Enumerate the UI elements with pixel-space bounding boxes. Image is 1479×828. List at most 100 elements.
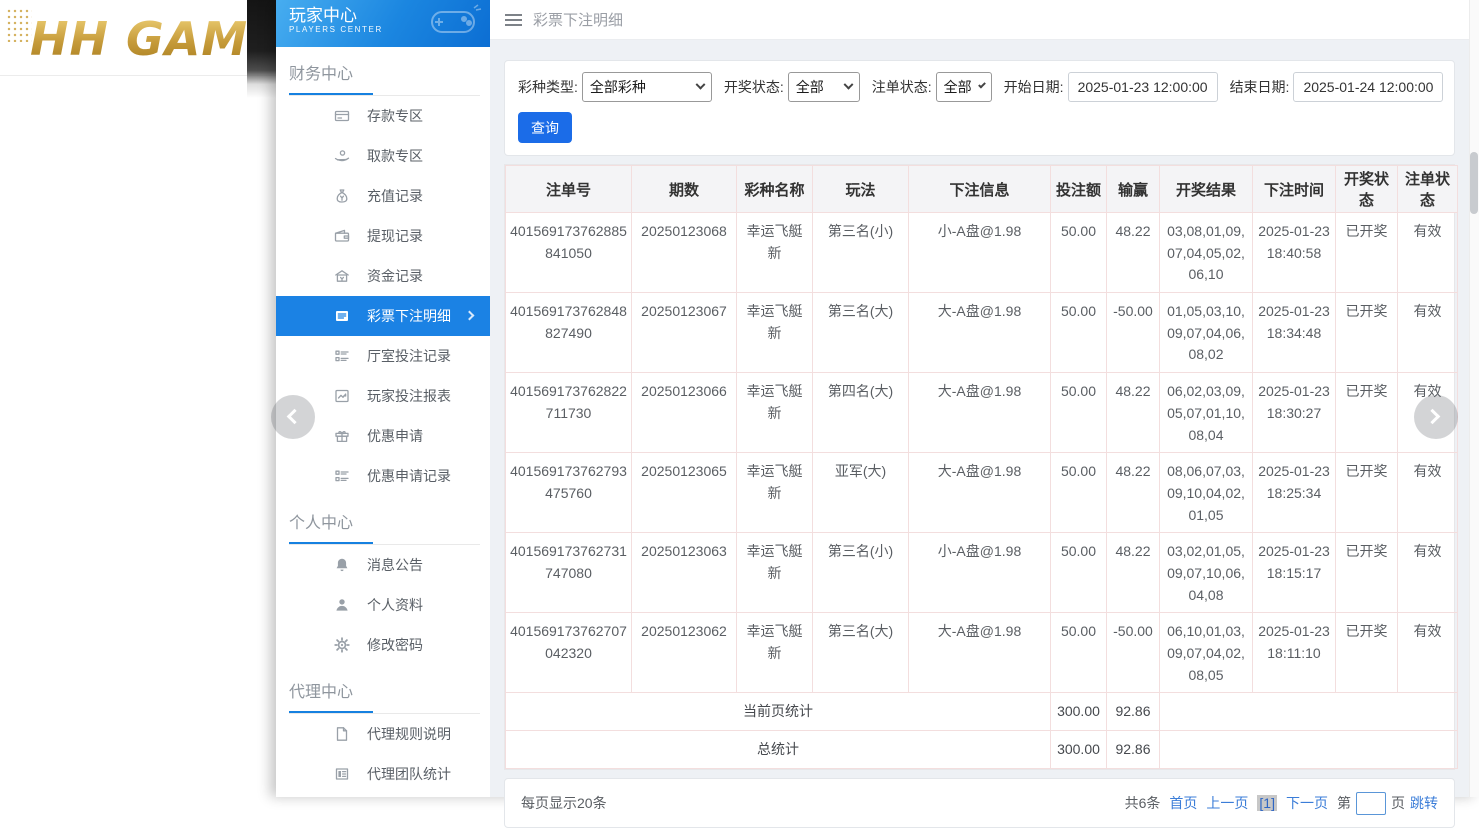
cell-bet-id: 401569173762885841050	[506, 213, 632, 293]
report-chart-icon	[334, 388, 350, 404]
cell-period: 20250123068	[632, 213, 737, 293]
chevron-down-icon	[695, 79, 705, 89]
sidebar-item-label: 充值记录	[367, 186, 423, 206]
cell-bet-id: 401569173762848827490	[506, 293, 632, 373]
cell-play: 第三名(小)	[813, 213, 909, 293]
bell-icon	[334, 557, 350, 573]
cell-amount: 50.00	[1051, 533, 1107, 613]
cell-bet-status: 有效	[1398, 613, 1458, 693]
start-date-input[interactable]	[1068, 72, 1218, 102]
sidebar-item-提现记录[interactable]: 提现记录	[276, 216, 490, 256]
table-row: 40156917376288584105020250123068幸运飞艇新第三名…	[506, 213, 1458, 293]
cell-bet-id: 401569173762793475760	[506, 453, 632, 533]
scrollbar-track[interactable]	[1469, 0, 1479, 797]
page-jump-input[interactable]	[1356, 792, 1386, 815]
lottery-type-select[interactable]: 全部彩种	[582, 72, 712, 102]
sidebar-item-代理规则说明[interactable]: 代理规则说明	[276, 714, 490, 754]
scrollbar-thumb[interactable]	[1470, 152, 1478, 214]
cell-play: 第四名(大)	[813, 373, 909, 453]
cell-bet-info: 小-A盘@1.98	[909, 213, 1051, 293]
sidebar-item-厅室投注记录[interactable]: 厅室投注记录	[276, 336, 490, 376]
draw-status-select[interactable]: 全部	[788, 72, 860, 102]
summary-empty	[1160, 693, 1458, 731]
bet-status-select[interactable]: 全部	[936, 72, 992, 102]
search-button[interactable]: 查询	[518, 112, 572, 143]
column-header: 投注额	[1051, 166, 1107, 213]
column-header: 期数	[632, 166, 737, 213]
player-center-panel: 玩家中心 PLAYERS CENTER 财务中心存款专区取款专区充值记录提现记录…	[276, 0, 1479, 797]
cell-win-loss: 48.22	[1107, 533, 1160, 613]
summary-label: 总统计	[506, 731, 1051, 769]
lottery-type-label: 彩种类型:	[518, 77, 578, 97]
sidebar-item-label: 资金记录	[367, 266, 423, 286]
cell-time: 2025-01-23 18:25:34	[1253, 453, 1336, 533]
sidebar-item-代理团队统计[interactable]: 代理团队统计	[276, 754, 490, 794]
jump-prefix-label: 第	[1337, 793, 1351, 813]
content: 彩种类型: 全部彩种 开奖状态: 全部 注单状态:	[490, 40, 1479, 828]
cell-amount: 50.00	[1051, 613, 1107, 693]
sidebar-item-修改密码[interactable]: 修改密码	[276, 625, 490, 665]
cell-bet-info: 大-A盘@1.98	[909, 373, 1051, 453]
document-icon	[334, 726, 350, 742]
end-date-input[interactable]	[1293, 72, 1443, 102]
cell-amount: 50.00	[1051, 293, 1107, 373]
prev-page-link[interactable]: 上一页	[1206, 793, 1248, 813]
start-date-label: 开始日期:	[1004, 77, 1064, 97]
team-stats-icon	[334, 766, 350, 782]
sidebar-item-彩票下注明细[interactable]: 彩票下注明细	[276, 296, 490, 336]
withdraw-hand-icon	[334, 148, 350, 164]
cell-lottery: 幸运飞艇新	[737, 373, 813, 453]
first-page-link[interactable]: 首页	[1169, 793, 1197, 813]
sidebar-item-label: 厅室投注记录	[367, 346, 451, 366]
sidebar-item-存款专区[interactable]: 存款专区	[276, 96, 490, 136]
table-row: 40156917376279347576020250123065幸运飞艇新亚军(…	[506, 453, 1458, 533]
sidebar-item-label: 优惠申请	[367, 426, 423, 446]
table-row: 40156917376273174708020250123063幸运飞艇新第三名…	[506, 533, 1458, 613]
cell-win-loss: 48.22	[1107, 373, 1160, 453]
cell-draw-status: 已开奖	[1336, 453, 1398, 533]
sidebar-item-label: 优惠申请记录	[367, 466, 451, 486]
next-page-link[interactable]: 下一页	[1286, 793, 1328, 813]
cell-bet-status: 有效	[1398, 453, 1458, 533]
cell-period: 20250123063	[632, 533, 737, 613]
cell-result: 03,02,01,05,09,07,10,06,04,08	[1160, 533, 1253, 613]
summary-row: 总统计300.0092.86	[506, 731, 1458, 769]
summary-win-loss: 92.86	[1107, 693, 1160, 731]
summary-amount: 300.00	[1051, 693, 1107, 731]
sidebar-item-资金记录[interactable]: 资金记录	[276, 256, 490, 296]
chevron-right-icon	[1425, 409, 1441, 425]
sidebar-item-个人资料[interactable]: 个人资料	[276, 585, 490, 625]
gear-icon	[334, 637, 350, 653]
sidebar-item-label: 彩票下注明细	[367, 306, 451, 326]
cell-lottery: 幸运飞艇新	[737, 533, 813, 613]
sidebar: 玩家中心 PLAYERS CENTER 财务中心存款专区取款专区充值记录提现记录…	[276, 0, 490, 797]
site-header: HH GAME	[0, 0, 276, 76]
collapse-left-button[interactable]	[271, 395, 315, 439]
sidebar-item-优惠申请记录[interactable]: 优惠申请记录	[276, 456, 490, 496]
sidebar-section-label: 代理中心	[289, 678, 480, 702]
jump-button[interactable]: 跳转	[1410, 793, 1438, 813]
summary-amount: 300.00	[1051, 731, 1107, 769]
cell-win-loss: 48.22	[1107, 213, 1160, 293]
bet-list-icon	[334, 308, 350, 324]
draw-status-label: 开奖状态:	[724, 77, 784, 97]
current-page-indicator[interactable]: [1]	[1257, 795, 1277, 811]
sidebar-item-取款专区[interactable]: 取款专区	[276, 136, 490, 176]
table-row: 40156917376282271173020250123066幸运飞艇新第四名…	[506, 373, 1458, 453]
cell-time: 2025-01-23 18:40:58	[1253, 213, 1336, 293]
gift-icon	[334, 428, 350, 444]
cell-amount: 50.00	[1051, 213, 1107, 293]
column-header: 输赢	[1107, 166, 1160, 213]
main-area: 彩票下注明细 彩种类型: 全部彩种 开奖状态: 全部	[490, 0, 1479, 797]
sidebar-item-消息公告[interactable]: 消息公告	[276, 545, 490, 585]
collapse-right-button[interactable]	[1414, 395, 1458, 439]
cell-period: 20250123065	[632, 453, 737, 533]
sidebar-item-label: 个人资料	[367, 595, 423, 615]
cell-bet-info: 大-A盘@1.98	[909, 293, 1051, 373]
cell-play: 第三名(大)	[813, 613, 909, 693]
hamburger-menu-icon[interactable]	[505, 14, 522, 26]
deposit-card-icon	[334, 108, 350, 124]
sidebar-item-充值记录[interactable]: 充值记录	[276, 176, 490, 216]
bet-status-value: 全部	[944, 77, 972, 97]
table-row: 40156917376270704232020250123062幸运飞艇新第三名…	[506, 613, 1458, 693]
